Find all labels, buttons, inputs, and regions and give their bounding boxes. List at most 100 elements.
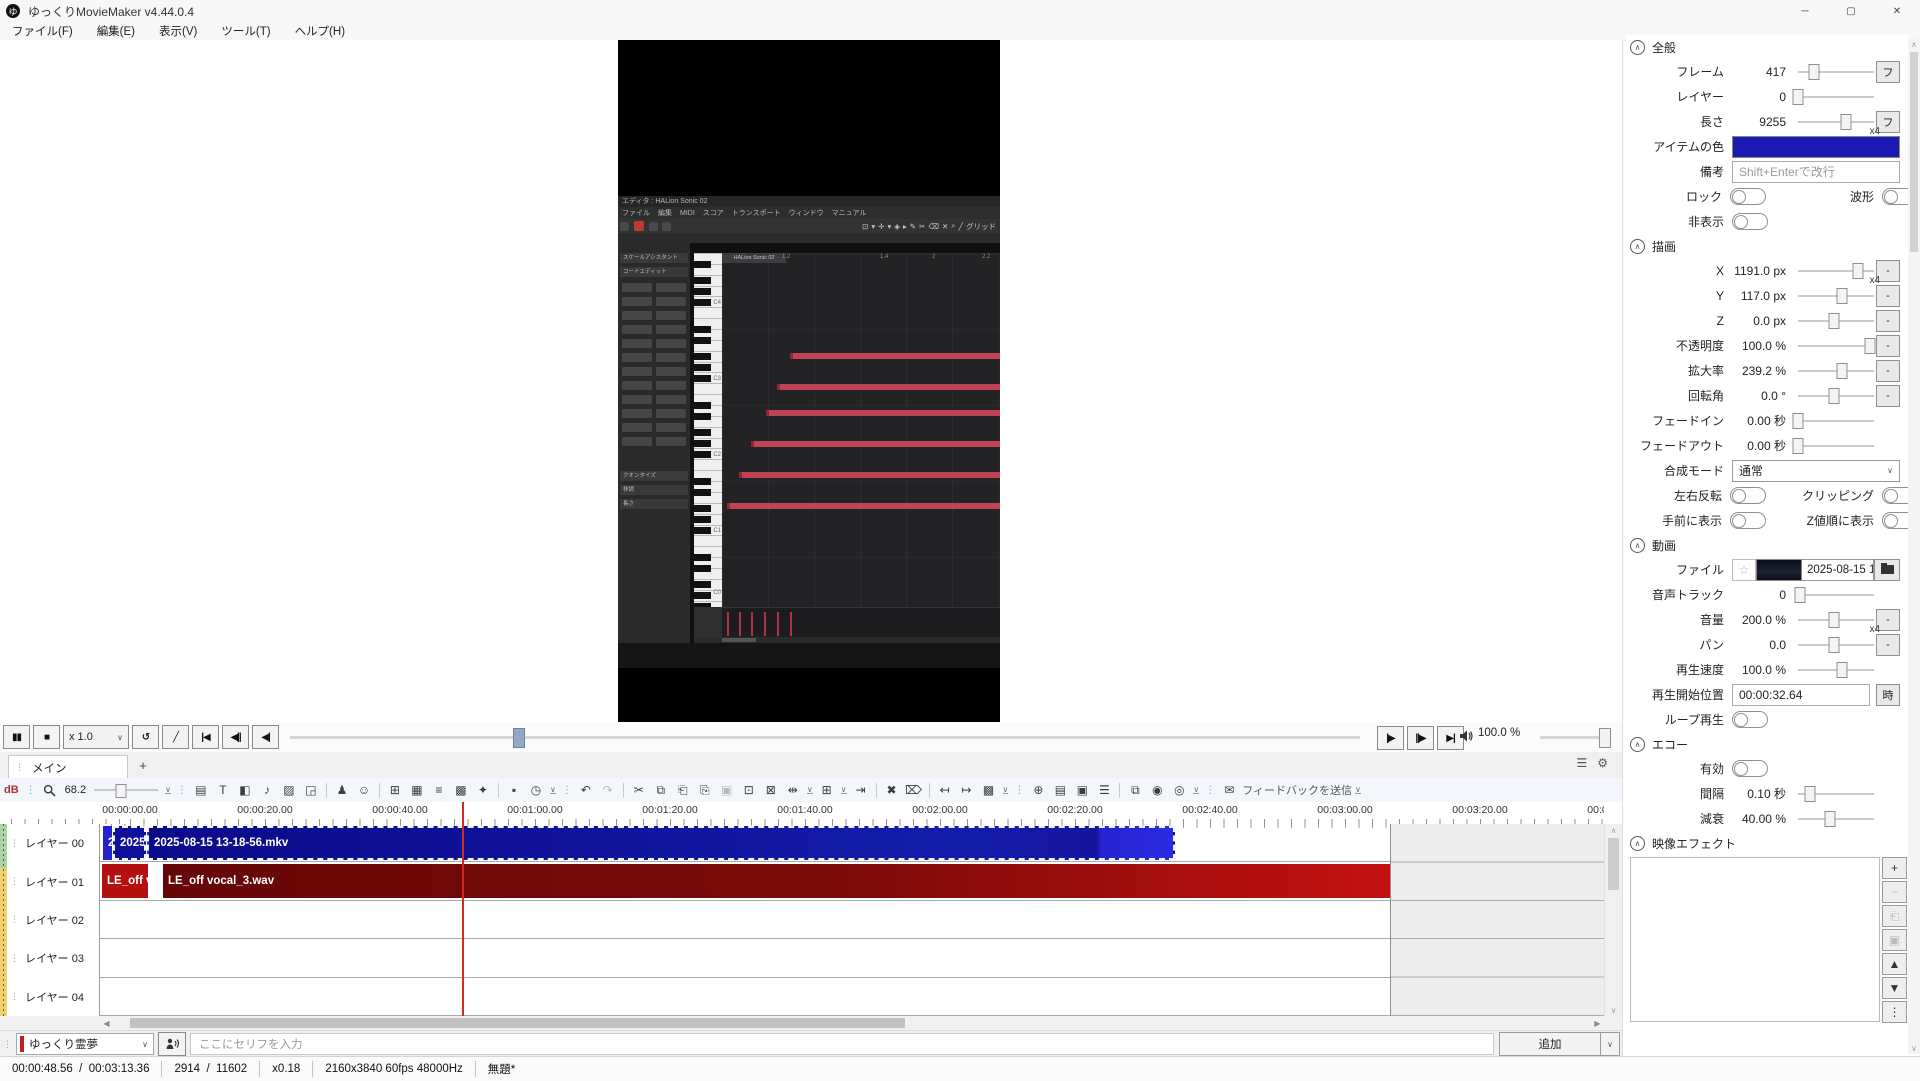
effect-remove-button[interactable]: − [1882, 881, 1907, 903]
favorite-star-icon[interactable]: ☆ [1732, 559, 1756, 581]
x-slider[interactable]: x4 [1796, 262, 1876, 280]
playback-speed-select[interactable]: x 1.0 ∨ [63, 725, 129, 749]
next-frame-button[interactable]: ||▶ [1407, 726, 1434, 750]
add-subtitle-icon[interactable]: ▤ [191, 780, 211, 800]
slider-thumb[interactable] [1828, 388, 1839, 404]
redo-icon[interactable]: ↷ [598, 780, 618, 800]
add-options-dropdown[interactable]: ∨ [1601, 1032, 1620, 1056]
prev-frame-button[interactable]: ◀|| [222, 725, 249, 749]
collapse-icon[interactable]: ∧ [1630, 737, 1645, 752]
copy-frame-icon[interactable]: ⧉ [1125, 780, 1145, 800]
jump-start-button[interactable]: |◀ [192, 725, 219, 749]
drag-handle-icon[interactable]: ⋮ [1205, 785, 1215, 796]
close-button[interactable]: ✕ [1874, 0, 1920, 22]
maximize-button[interactable]: ▢ [1828, 0, 1874, 22]
add-audio-icon[interactable]: ♪ [257, 780, 277, 800]
slider-thumb[interactable] [1792, 413, 1803, 429]
tab-main[interactable]: ⋮ メイン [8, 755, 128, 779]
trim-end-icon[interactable]: ↦ [957, 780, 977, 800]
collapse-icon[interactable]: ∧ [1630, 239, 1645, 254]
slider-thumb[interactable] [115, 784, 126, 798]
effects-list[interactable] [1630, 857, 1880, 1022]
feedback-label[interactable]: フィードバックを送信 [1242, 782, 1352, 798]
scale-slider[interactable] [1796, 362, 1876, 380]
add-scene-icon[interactable]: ▦ [407, 780, 427, 800]
menu-item[interactable]: ファイル(F) [0, 23, 85, 39]
keyframe-link-button[interactable]: ╱ [162, 725, 189, 749]
drag-handle-icon[interactable]: ⋮ [10, 876, 19, 887]
fade-out-slider[interactable] [1796, 437, 1876, 455]
z-slider[interactable] [1796, 312, 1876, 330]
video-preview[interactable]: エディタ : HALion Sonic 02 ファイル編集MIDIスコアトランス… [618, 40, 1000, 722]
seek-thumb[interactable] [513, 728, 525, 748]
add-wait-icon[interactable]: ◷ [526, 780, 546, 800]
panel-scrollbar[interactable]: ∧ ∨ [1908, 38, 1920, 1054]
feedback-button[interactable]: ✉ [1219, 780, 1239, 800]
loop-playback-toggle[interactable] [1732, 711, 1768, 728]
lock-toggle[interactable] [1730, 188, 1766, 205]
hidden-toggle[interactable] [1732, 213, 1768, 230]
repeat-button[interactable]: ↺ [132, 725, 159, 749]
lock-item-icon[interactable]: ⊠ [761, 780, 781, 800]
add-file-icon[interactable]: ⊕ [1028, 780, 1048, 800]
y-slider[interactable] [1796, 287, 1876, 305]
opacity-slider[interactable] [1796, 337, 1876, 355]
slider-thumb[interactable] [1836, 363, 1847, 379]
frame-adjust-icon[interactable]: ▩ [979, 780, 999, 800]
frame-expand-button[interactable]: フ [1876, 61, 1900, 83]
vertical-scroll-thumb[interactable] [1608, 838, 1619, 890]
scroll-left-icon[interactable]: ◀ [100, 1017, 113, 1029]
trim-start-icon[interactable]: ↤ [935, 780, 955, 800]
merge-items-icon[interactable]: ⊡ [739, 780, 759, 800]
scroll-right-icon[interactable]: ▶ [1591, 1017, 1604, 1029]
effect-more-button[interactable]: ⋮ [1882, 1001, 1907, 1023]
ripple-delete-icon[interactable]: ⌦ [904, 780, 924, 800]
slider-thumb[interactable] [1828, 637, 1839, 653]
timeline-settings-icon[interactable]: ⚙ [1597, 756, 1608, 770]
open-folder-icon[interactable]: ▤ [1050, 780, 1070, 800]
effect-paste-button[interactable]: ⎗ [1882, 905, 1907, 927]
scroll-down-icon[interactable]: ∨ [1908, 1042, 1920, 1054]
blend-mode-select[interactable]: 通常∨ [1732, 460, 1900, 482]
slider-thumb[interactable] [1829, 612, 1840, 628]
zoom-options-dropdown[interactable]: ∨ [165, 786, 171, 794]
video-file-select[interactable]: 2025-08-15 1∨ [1802, 559, 1874, 581]
collapse-icon[interactable]: ∧ [1630, 836, 1645, 851]
volume-slider[interactable] [1540, 728, 1608, 746]
timeline-vertical-scrollbar[interactable]: ∧ ∨ [1604, 824, 1622, 1016]
drag-handle-icon[interactable]: ⋮ [1014, 785, 1024, 796]
slider-thumb[interactable] [1824, 811, 1835, 827]
playhead[interactable] [462, 802, 464, 1016]
frame-options-dropdown[interactable]: ∨ [1003, 786, 1009, 794]
frame-slider[interactable] [1796, 63, 1876, 81]
add-shape-icon[interactable]: ◲ [301, 780, 321, 800]
y-anim-button[interactable]: - [1876, 285, 1900, 307]
slider-thumb[interactable] [1792, 438, 1803, 454]
slider-thumb[interactable] [1865, 338, 1876, 354]
clip-wav-fragment[interactable]: LE_off v [102, 864, 148, 898]
echo-interval-slider[interactable] [1796, 785, 1876, 803]
show-front-toggle[interactable] [1730, 512, 1766, 529]
drag-handle-icon[interactable]: ⋮ [10, 914, 19, 925]
playback-start-input[interactable]: 00:00:32.64 [1732, 684, 1870, 706]
scale-anim-button[interactable]: - [1876, 360, 1900, 382]
screenshot-icon[interactable]: ◉ [1147, 780, 1167, 800]
copy-icon[interactable]: ⧉ [651, 780, 671, 800]
add-solid-icon[interactable]: ▪ [504, 780, 524, 800]
align-items-icon[interactable]: ⇥ [851, 780, 871, 800]
drag-handle-icon[interactable]: ⋮ [10, 838, 19, 849]
duplicate-icon[interactable]: ▣ [717, 780, 737, 800]
pan-slider[interactable] [1796, 636, 1876, 654]
character-select[interactable]: ゆっくり霊夢 ∨ [16, 1033, 154, 1055]
minimize-button[interactable]: ─ [1782, 0, 1828, 22]
slider-thumb[interactable] [1853, 263, 1864, 279]
layer-header[interactable]: ⋮レイヤー 04 [0, 978, 99, 1016]
open-file-button[interactable] [1874, 559, 1900, 581]
voice-settings-button[interactable] [158, 1032, 186, 1056]
serif-text-input[interactable]: ここにセリフを入力 [190, 1033, 1494, 1055]
scroll-up-icon[interactable]: ∧ [1605, 824, 1622, 836]
layer-header[interactable]: ⋮レイヤー 01 [0, 862, 99, 900]
paste-at-playhead-icon[interactable]: ⎘ [695, 780, 715, 800]
clip-wav-main[interactable]: LE_off vocal_3.wav [163, 864, 1390, 898]
add-image-icon[interactable]: ▨ [279, 780, 299, 800]
